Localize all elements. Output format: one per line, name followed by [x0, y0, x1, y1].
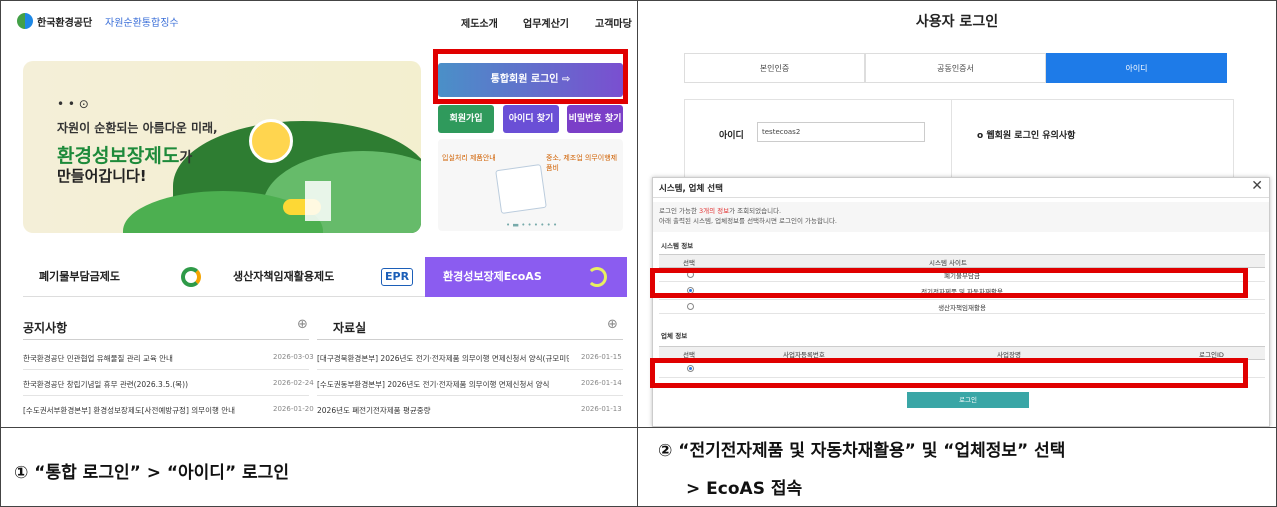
notice-date: 2026-03-03	[273, 353, 314, 361]
notice-label: o 웹회원 로그인 유의사항	[977, 131, 1076, 141]
nav-item-customer[interactable]: 고객마당	[595, 15, 632, 30]
system-name: 생산자책임재활용	[938, 304, 986, 312]
data-date: 2026-01-15	[581, 353, 622, 361]
hero-text-2-suffix: 가	[179, 150, 193, 166]
tab-identity-verification[interactable]: 본인인증	[684, 53, 865, 83]
nav-item-calculator[interactable]: 업무계산기	[523, 15, 569, 30]
login-page-title: 사용자 로그인	[915, 14, 999, 30]
data-room-title: 자료실	[333, 321, 367, 335]
id-input[interactable]: testecoas2	[757, 122, 925, 142]
system-tabbar: 폐기물부담금제도 생산자책임재활용제도 EPR 환경성보장제EcoAS	[23, 257, 627, 297]
hero-text-2-main: 환경성보장제도	[57, 145, 180, 167]
modal-login-button[interactable]: 로그인	[907, 392, 1029, 408]
find-password-button[interactable]: 비밀번호 찾기	[567, 105, 623, 133]
card-pager[interactable]: • ▬ • • • • • •	[506, 221, 557, 229]
info-text-a: 로그인 가능한	[659, 207, 700, 215]
hero-text-2: 환경성보장제도가	[57, 141, 192, 168]
building-illustration	[305, 181, 331, 221]
tab-epr-label: 생산자책임재활용제도	[233, 270, 335, 283]
find-id-button[interactable]: 아이디 찾기	[503, 105, 559, 133]
tab-ecoas-label: 환경성보장제EcoAS	[443, 270, 542, 283]
highlight-box-company	[650, 358, 1248, 388]
left-screenshot-panel: 한국환경공단 자원순환통합징수 제도소개 업무계산기 고객마당 • • ⊙ 자원…	[1, 1, 637, 427]
company-section-title: 업체 정보	[661, 332, 688, 340]
tab-id-login[interactable]: 아이디	[1046, 53, 1227, 83]
tab-certificate[interactable]: 공동인증서	[865, 53, 1046, 83]
notice-date: 2026-02-24	[273, 379, 314, 387]
nav-item-intro[interactable]: 제도소개	[461, 15, 498, 30]
system-row[interactable]: 생산자책임재활용	[659, 300, 1265, 314]
hero-indicator: • • ⊙	[57, 97, 89, 111]
data-item[interactable]: [대구경북환경본부] 2026년도 전기·전자제품 의무이행 면제신청서 양식(…	[317, 353, 569, 364]
caption-step-2-line2: > EcoAS 접속	[686, 479, 803, 499]
notice-item[interactable]: 한국환경공단 민관협업 유해물질 관리 교육 안내	[23, 353, 255, 364]
data-date: 2026-01-14	[581, 379, 622, 387]
highlight-box-system	[650, 268, 1248, 298]
notice-item[interactable]: [수도권서부환경본부] 환경성보장제도[사전예방규정] 의무이행 안내	[23, 405, 255, 416]
info-card[interactable]: 입실처리 제품안내 중소, 제조업 의무이행제품비 • ▬ • • • • • …	[438, 139, 623, 231]
system-section-title: 시스템 정보	[661, 242, 694, 250]
notices-more-icon[interactable]: ⊕	[297, 317, 308, 332]
info-text-c: 가 조회되었습니다.	[729, 207, 782, 215]
tab-ecoas[interactable]: 환경성보장제EcoAS	[425, 257, 627, 297]
hero-text-3: 만들어갑니다!	[57, 167, 147, 185]
logo-icon	[17, 13, 33, 29]
card-text-1: 입실처리 제품안내	[442, 154, 496, 162]
waste-charge-icon	[181, 267, 201, 287]
card-text-2: 중소, 제조업 의무이행제품비	[546, 154, 618, 172]
epr-icon: EPR	[381, 268, 414, 286]
modal-info: 로그인 가능한 3개의 정보가 조회되었습니다. 아래 출력된 시스템, 업체정…	[653, 202, 1269, 232]
site-header: 한국환경공단 자원순환통합징수 제도소개 업무계산기 고객마당	[1, 1, 637, 43]
hero-banner: • • ⊙ 자원이 순환되는 아름다운 미래, 환경성보장제도가 만들어갑니다!	[23, 61, 421, 233]
data-item[interactable]: 2026년도 폐전기전자제품 평균중량	[317, 405, 569, 416]
highlight-box-login	[433, 49, 628, 104]
hero-text-1: 자원이 순환되는 아름다운 미래,	[57, 121, 218, 135]
notice-date: 2026-01-20	[273, 405, 314, 413]
tab-epr[interactable]: 생산자책임재활용제도 EPR	[219, 257, 425, 297]
col-select: 선택	[683, 259, 695, 267]
tab-waste-charge[interactable]: 폐기물부담금제도	[23, 257, 219, 297]
notices-title: 공지사항	[23, 321, 68, 335]
system-table-header: 선택 시스템 사이트	[659, 254, 1265, 268]
notice-item[interactable]: 한국환경공단 창립기념일 휴무 관련(2026.3.5.(목))	[23, 379, 255, 390]
modal-title: 시스템, 업체 선택	[659, 184, 723, 194]
signup-button[interactable]: 회원가입	[438, 105, 494, 133]
info-count: 3개의 정보	[699, 207, 730, 215]
id-label: 아이디	[719, 131, 744, 141]
close-icon[interactable]: ✕	[1251, 178, 1263, 194]
logo-text[interactable]: 한국환경공단	[37, 14, 92, 29]
logo-subtitle[interactable]: 자원순환통합징수	[105, 14, 179, 29]
info-text-2: 아래 출력된 시스템, 업체정보를 선택하시면 로그인이 가능합니다.	[659, 217, 837, 225]
system-select-modal: 시스템, 업체 선택 ✕ 로그인 가능한 3개의 정보가 조회되었습니다. 아래…	[652, 177, 1270, 427]
modal-header: 시스템, 업체 선택 ✕	[653, 178, 1269, 198]
caption-step-2-line1: ② “전기전자제품 및 자동차재활용” 및 “업체정보” 선택	[658, 441, 1066, 461]
caption-step-1: ① “통합 로그인” > “아이디” 로그인	[14, 463, 289, 483]
bulb-illustration	[249, 119, 293, 163]
tab-waste-charge-label: 폐기물부담금제도	[39, 270, 120, 283]
login-form: 아이디 testecoas2 o 웹회원 로그인 유의사항	[684, 99, 1234, 179]
document-illustration	[495, 164, 547, 214]
ecoas-icon	[587, 267, 607, 287]
data-date: 2026-01-13	[581, 405, 622, 413]
data-room-more-icon[interactable]: ⊕	[607, 317, 618, 332]
data-item[interactable]: [수도권동부환경본부] 2026년도 전기·전자제품 의무이행 면제신청서 양식	[317, 379, 569, 390]
right-screenshot-panel: 사용자 로그인 본인인증 공동인증서 아이디 아이디 testecoas2 o …	[638, 1, 1276, 427]
col-system-site: 시스템 사이트	[929, 259, 967, 267]
